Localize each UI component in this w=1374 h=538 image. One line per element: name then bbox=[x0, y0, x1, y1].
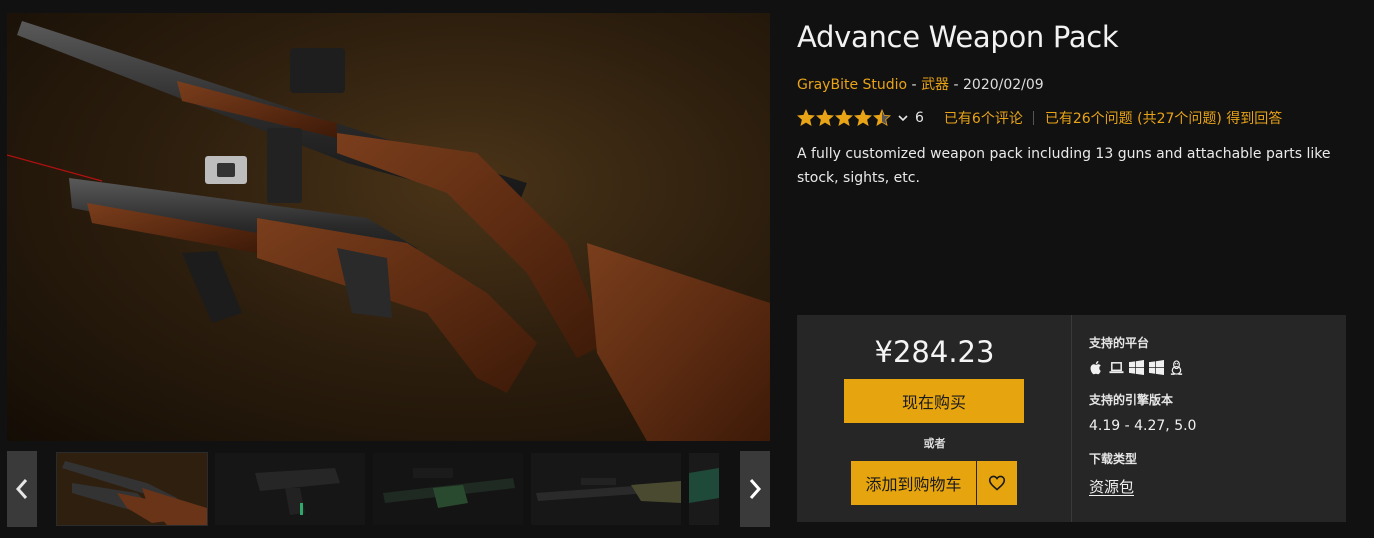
rating-count: 6 bbox=[915, 110, 924, 126]
product-info-section: 支持的平台 支持的引擎版本 4.19 - 4.27, 5.0 下载类型 资源包 bbox=[1089, 315, 1339, 522]
star-full-icon bbox=[797, 109, 815, 127]
green-rifle-thumbnail-image bbox=[373, 453, 523, 525]
product-description: A fully customized weapon pack including… bbox=[797, 146, 1331, 186]
sniper-rifle-thumbnail-image bbox=[531, 453, 681, 525]
chevron-down-icon[interactable] bbox=[898, 113, 908, 123]
thumbnail-sniper-rifle[interactable] bbox=[531, 453, 681, 525]
smg-thumbnail-image bbox=[215, 453, 365, 525]
heart-icon bbox=[988, 475, 1006, 491]
thumbnail-smg[interactable] bbox=[215, 453, 365, 525]
reviews-link[interactable]: 已有6个评论 bbox=[944, 108, 1023, 128]
next-arrow-button[interactable] bbox=[740, 451, 770, 527]
star-rating[interactable] bbox=[797, 109, 891, 127]
wishlist-button[interactable] bbox=[977, 461, 1017, 505]
thumbnail-green-rifle[interactable] bbox=[373, 453, 523, 525]
meta-separator: - bbox=[907, 77, 922, 93]
previous-arrow-button[interactable] bbox=[7, 451, 37, 527]
shotgun-thumbnail-image bbox=[57, 453, 207, 525]
laptop-icon bbox=[1109, 362, 1124, 374]
product-meta: GrayBite Studio - 武器 - 2020/02/09 bbox=[797, 74, 1044, 94]
star-full-icon bbox=[816, 109, 834, 127]
meta-separator-2: - bbox=[949, 77, 964, 93]
engine-versions-label: 支持的引擎版本 bbox=[1089, 393, 1174, 407]
star-full-icon bbox=[854, 109, 872, 127]
seller-link[interactable]: GrayBite Studio bbox=[797, 77, 907, 93]
buy-now-button[interactable]: 现在购买 bbox=[844, 379, 1024, 423]
platform-icons bbox=[1089, 360, 1184, 375]
or-label: 或者 bbox=[923, 437, 946, 450]
platforms-label: 支持的平台 bbox=[1089, 336, 1150, 350]
questions-link[interactable]: 已有26个问题 (共27个问题) 得到回答 bbox=[1045, 108, 1282, 128]
thumbnail-strip bbox=[7, 451, 770, 527]
star-half-icon bbox=[873, 109, 891, 127]
chevron-right-icon bbox=[749, 479, 762, 499]
partial-thumbnail-image bbox=[689, 453, 719, 525]
linux-icon bbox=[1170, 360, 1183, 375]
release-date: 2020/02/09 bbox=[963, 77, 1044, 93]
rating-divider bbox=[1032, 111, 1034, 125]
download-type-label: 下载类型 bbox=[1089, 452, 1138, 466]
windows-icon bbox=[1149, 360, 1164, 375]
purchase-panel: ¥284.23 现在购买 或者 添加到购物车 支持的平台 支持的引擎版本 4.1… bbox=[797, 315, 1346, 522]
thumbnail-shotgun[interactable] bbox=[56, 452, 208, 526]
purchase-section: ¥284.23 现在购买 或者 添加到购物车 bbox=[797, 315, 1072, 522]
star-full-icon bbox=[835, 109, 853, 127]
main-product-image[interactable] bbox=[7, 13, 770, 441]
engine-versions: 4.19 - 4.27, 5.0 bbox=[1089, 418, 1197, 434]
windows-icon bbox=[1129, 360, 1144, 375]
chevron-left-icon bbox=[15, 479, 28, 499]
shotgun-render bbox=[7, 21, 770, 441]
apple-icon bbox=[1090, 361, 1101, 375]
add-to-cart-button[interactable]: 添加到购物车 bbox=[851, 461, 976, 505]
thumbnail-partial[interactable] bbox=[689, 453, 719, 525]
category-link[interactable]: 武器 bbox=[921, 77, 949, 93]
download-type-link[interactable]: 资源包 bbox=[1089, 476, 1134, 497]
rating-row: 6 已有6个评论 已有26个问题 (共27个问题) 得到回答 bbox=[797, 107, 1282, 129]
price: ¥284.23 bbox=[874, 335, 995, 369]
product-title: Advance Weapon Pack bbox=[797, 20, 1119, 54]
